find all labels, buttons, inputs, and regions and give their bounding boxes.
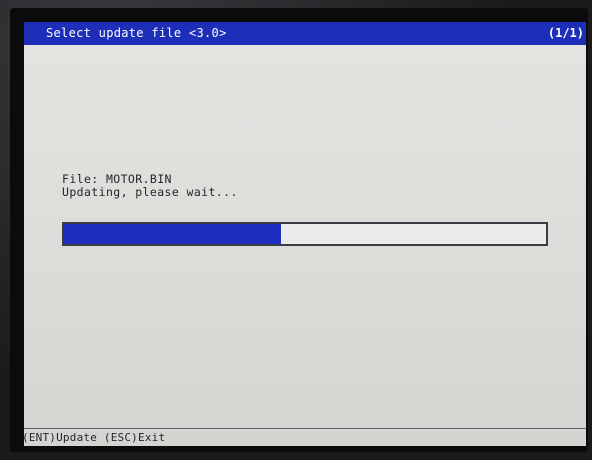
window-title: Select update file <3.0> [46,26,227,40]
progress-fill [64,224,281,244]
page-indicator: (1/1) [547,26,584,40]
progress-bar [62,222,548,246]
status-message: Updating, please wait... [62,185,238,199]
device-screen: Select update file <3.0> (1/1) File: MOT… [24,22,586,446]
key-hints: (ENT)Update (ESC)Exit [24,431,165,444]
update-info: File: MOTOR.BIN Updating, please wait... [62,173,238,199]
exit-key-hint[interactable]: (ESC)Exit [104,431,165,444]
update-key-hint[interactable]: (ENT)Update [24,431,97,444]
footer-divider [24,428,586,429]
title-bar: Select update file <3.0> (1/1) [24,22,586,45]
device-photo: Select update file <3.0> (1/1) File: MOT… [0,0,592,460]
